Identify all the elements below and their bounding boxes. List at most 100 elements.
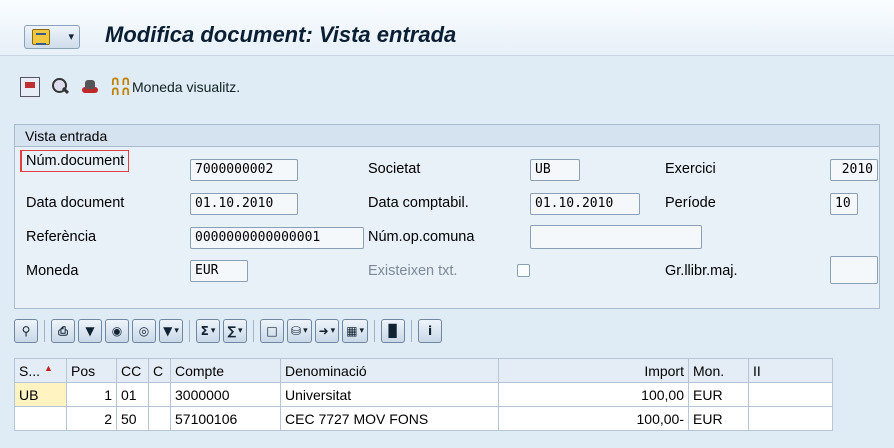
- cell-ii[interactable]: [748, 382, 833, 407]
- total-button[interactable]: Σ ▾: [196, 319, 220, 343]
- info-icon: i: [428, 324, 433, 338]
- exercici-field[interactable]: 2010: [830, 159, 878, 181]
- find-button[interactable]: ◉: [105, 319, 129, 343]
- table-row[interactable]: UB 1 01 3000000 Universitat 100,00 EUR: [14, 382, 833, 407]
- num-document-field[interactable]: 7000000002: [190, 159, 298, 181]
- page-title: Modifica document: Vista entrada: [105, 22, 457, 47]
- referencia-field[interactable]: 0000000000000001: [190, 227, 364, 249]
- table-row[interactable]: 2 50 57100106 CEC 7727 MOV FONS 100,00- …: [14, 406, 833, 431]
- gr-llibr-maj-label: Gr.llibr.maj.: [665, 263, 738, 279]
- info-button[interactable]: i: [418, 319, 443, 343]
- cell-pos[interactable]: 2: [66, 406, 117, 431]
- existeixen-txt-label: Existeixen txt.: [368, 263, 458, 279]
- cell-cc[interactable]: 50: [116, 406, 149, 431]
- existeixen-txt-checkbox[interactable]: [517, 264, 530, 277]
- moneda-field[interactable]: EUR: [190, 260, 248, 282]
- data-document-field[interactable]: 01.10.2010: [190, 193, 298, 215]
- chart-icon: ▉: [388, 324, 398, 338]
- funnel-icon: ▼: [163, 324, 173, 338]
- view-icon: ⛁: [291, 324, 302, 338]
- graphic-button[interactable]: ▉: [381, 319, 406, 343]
- application-toolbar: ∩∩ ∩∩ Moneda visualitz.: [0, 70, 894, 104]
- societat-label: Societat: [368, 161, 421, 177]
- cell-cc[interactable]: 01: [116, 382, 149, 407]
- printer-icon: ⎙: [58, 323, 68, 338]
- num-document-label: Núm.document: [20, 150, 130, 172]
- magnifier-icon: ⚲: [21, 324, 31, 338]
- search-icon[interactable]: [50, 77, 70, 97]
- column-header-pos[interactable]: Pos: [66, 358, 117, 383]
- chevron-down-icon: ▾: [359, 326, 365, 336]
- cell-denominacio[interactable]: Universitat: [280, 382, 499, 407]
- column-header-denominacio[interactable]: Denominació: [280, 358, 499, 383]
- periode-field[interactable]: 10: [830, 193, 858, 215]
- print-preview-button[interactable]: □: [260, 319, 284, 343]
- currency-icon[interactable]: ∩∩ ∩∩: [110, 75, 131, 98]
- toolbar-separator: [374, 320, 376, 342]
- column-header-mon[interactable]: Mon.: [688, 358, 749, 383]
- num-op-comuna-label: Núm.op.comuna: [368, 229, 475, 245]
- chevron-down-icon: ▾: [210, 326, 216, 336]
- column-header-c[interactable]: C: [148, 358, 171, 383]
- toolbar-separator: [411, 320, 413, 342]
- cell-mon[interactable]: EUR: [688, 406, 749, 431]
- chevron-down-icon: ▾: [330, 326, 336, 336]
- subtotal-button[interactable]: ∑ ▾: [223, 319, 247, 343]
- cell-c[interactable]: [148, 382, 171, 407]
- moneda-label: Moneda: [26, 263, 79, 279]
- menu-button[interactable]: ▾: [24, 25, 80, 49]
- menu-icon: [32, 29, 50, 45]
- cell-c[interactable]: [148, 406, 171, 431]
- title-bar: ▾ Modifica document: Vista entrada: [0, 0, 894, 56]
- export-button[interactable]: ➜ ▾: [314, 319, 340, 343]
- table-header-row: S... ▲ Pos CC C Compte Denominació Import…: [14, 358, 833, 383]
- layout-button[interactable]: ▦ ▾: [342, 319, 369, 343]
- column-header-s[interactable]: S... ▲: [14, 358, 67, 383]
- gr-llibr-maj-field[interactable]: [830, 256, 878, 284]
- chevron-down-icon: ▾: [68, 30, 74, 43]
- binoculars-next-icon: ◎: [138, 324, 150, 338]
- print-button[interactable]: ⎙: [51, 319, 75, 343]
- cell-ii[interactable]: [748, 406, 833, 431]
- set-filter-button[interactable]: ▼ ▾: [159, 319, 183, 343]
- display-change-icon[interactable]: [20, 77, 40, 97]
- subtotal-icon: ∑: [227, 324, 237, 338]
- cell-mon[interactable]: EUR: [688, 382, 749, 407]
- data-comptabil-field[interactable]: 01.10.2010: [530, 193, 640, 215]
- column-header-label: S...: [19, 362, 41, 379]
- line-items-table: S... ▲ Pos CC C Compte Denominació Import…: [14, 358, 833, 431]
- filter-button[interactable]: ▼: [78, 319, 102, 343]
- cell-compte[interactable]: 3000000: [170, 382, 281, 407]
- sort-indicator-icon: ▲: [44, 362, 53, 373]
- export-icon: ➜: [318, 324, 329, 338]
- toolbar-separator: [189, 320, 190, 342]
- cell-denominacio[interactable]: CEC 7727 MOV FONS: [280, 406, 499, 431]
- referencia-label: Referència: [26, 229, 97, 245]
- column-header-compte[interactable]: Compte: [170, 358, 281, 383]
- alv-toolbar: ⚲ ⎙ ▼ ◉ ◎ ▼ ▾ Σ ▾ ∑ ▾ □ ⛁ ▾ ➜ ▾ ▦ ▾ ▉ i: [14, 318, 443, 344]
- details-button[interactable]: ⚲: [14, 319, 38, 343]
- exercici-label: Exercici: [665, 161, 716, 177]
- display-currency-button[interactable]: Moneda visualitz.: [132, 79, 240, 95]
- periode-label: Període: [665, 195, 716, 211]
- taxes-icon[interactable]: [80, 77, 100, 97]
- data-comptabil-label: Data comptabil.: [368, 195, 469, 211]
- column-header-cc[interactable]: CC: [116, 358, 149, 383]
- cell-pos[interactable]: 1: [66, 382, 117, 407]
- view-button[interactable]: ⛁ ▾: [287, 319, 312, 343]
- societat-field[interactable]: UB: [530, 159, 580, 181]
- toolbar-separator: [253, 320, 254, 342]
- cell-import[interactable]: 100,00-: [498, 406, 689, 431]
- cell-s[interactable]: [14, 406, 67, 431]
- chevron-down-icon: ▾: [174, 326, 179, 336]
- cell-compte[interactable]: 57100106: [170, 406, 281, 431]
- funnel-icon: ▼: [85, 324, 95, 338]
- find-next-button[interactable]: ◎: [132, 319, 156, 343]
- column-header-ii[interactable]: II: [748, 358, 833, 383]
- num-op-comuna-field[interactable]: [530, 225, 702, 249]
- header-section: Vista entrada: [14, 124, 880, 309]
- data-document-label: Data document: [26, 195, 125, 211]
- cell-import[interactable]: 100,00: [498, 382, 689, 407]
- cell-s[interactable]: UB: [14, 382, 67, 407]
- column-header-import[interactable]: Import: [498, 358, 689, 383]
